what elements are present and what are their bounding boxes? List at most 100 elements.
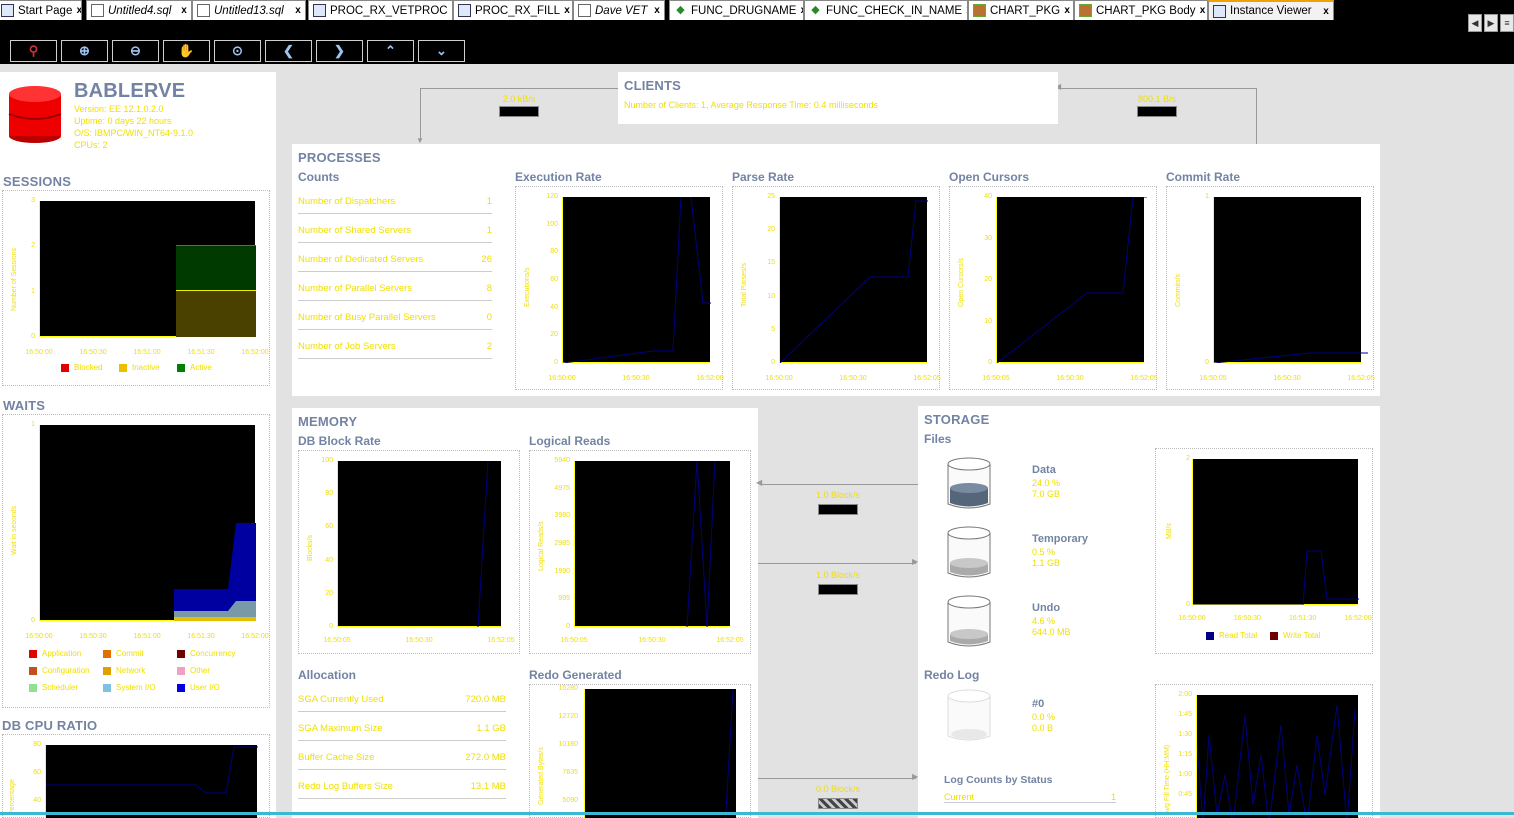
y-tick-label: 40: [550, 303, 558, 311]
legend-swatch: [103, 649, 111, 658]
redo-write-bar: [818, 798, 858, 809]
cpu-ratio-plot: [45, 745, 258, 818]
file-size: 7.0 GB: [1032, 489, 1061, 499]
allocation-value: 272.0 MB: [465, 752, 506, 763]
x-tick-label: 16:51:00: [133, 349, 161, 356]
close-icon[interactable]: x: [291, 5, 305, 16]
legend-item: Configuration: [29, 666, 90, 675]
processes-title: PROCESSES: [298, 150, 381, 165]
arrow-left-button[interactable]: ❮: [265, 40, 312, 62]
redo-log-group: #0: [1032, 698, 1045, 710]
process-count-row: Number of Dispatchers 1: [298, 196, 492, 214]
tab-list-button[interactable]: ≡: [1500, 14, 1514, 32]
y-tick-label: 995: [558, 595, 570, 603]
process-count-row: Number of Job Servers 2: [298, 341, 492, 359]
arrow-up-button[interactable]: ⌃: [367, 40, 414, 62]
tab-start-page[interactable]: Start Page x: [0, 0, 82, 20]
arrow-down-button[interactable]: ⌄: [418, 40, 465, 62]
file-usage-pct: 4.6 %: [1032, 616, 1056, 626]
close-icon[interactable]: x: [1060, 5, 1073, 16]
allocation-row: Redo Log Buffers Size 13.1 MB: [298, 781, 506, 799]
tab-untitled13-sql[interactable]: Untitled13.sql x: [192, 0, 306, 20]
file-usage-pct: 24.0 %: [1032, 478, 1061, 488]
count-value: 1: [486, 196, 492, 207]
redo-log-cylinder-icon: [947, 689, 991, 741]
redo-log-pct: 0.0 %: [1032, 712, 1056, 722]
tab-dave-vet[interactable]: Dave VET x: [573, 0, 665, 20]
close-icon[interactable]: x: [560, 5, 572, 16]
y-tick-label: 3980: [554, 512, 570, 520]
close-icon[interactable]: x: [1196, 5, 1208, 16]
y-tick-label: 7635: [562, 769, 578, 776]
close-icon[interactable]: x: [72, 5, 81, 16]
waits-chart: Wait in seconds 1 0 16:50:00 16:50:30 16:51:…: [2, 414, 270, 708]
redo-log-size: 0.0 B: [1032, 723, 1054, 733]
file-usage-pct: 0.5 %: [1032, 547, 1056, 557]
chart-plot: [562, 197, 711, 363]
tab-proc-rx-vetproc[interactable]: PROC_RX_VETPROCx: [308, 0, 453, 20]
connector-line: [420, 88, 421, 140]
instance-cpus: CPUs: 2: [74, 140, 108, 150]
x-tick-label: 16:50:30: [405, 637, 433, 644]
close-icon[interactable]: x: [650, 5, 664, 16]
sessions-inactive-area: [176, 290, 256, 337]
tab-label: Dave VET: [595, 4, 648, 17]
count-value: 8: [486, 283, 492, 294]
legend-item: Scheduler: [29, 683, 78, 692]
legend-swatch: [103, 666, 111, 675]
pin-button[interactable]: ⚲: [10, 40, 57, 62]
x-tick-label: 16:50:30: [1233, 615, 1261, 622]
allocation-label: Buffer Cache Size: [298, 752, 375, 763]
redo-generated-y-label: Generated Bytes/s: [538, 747, 545, 805]
process-count-row: Number of Busy Parallel Servers 0: [298, 312, 492, 330]
x-tick-label: 16:51:00: [133, 633, 161, 640]
db-block-rate-plot: [337, 461, 501, 627]
pan-button[interactable]: ✋: [163, 40, 210, 62]
x-tick-label: 16:50:05: [323, 637, 351, 644]
waits-title: WAITS: [3, 398, 46, 413]
logical-reads-title: Logical Reads: [529, 434, 611, 448]
y-tick-label: 40: [984, 193, 992, 200]
sql-file-icon: [91, 4, 104, 17]
client-receive-bar: [499, 106, 539, 117]
zoom-fit-button[interactable]: ⊙: [214, 40, 261, 62]
legend-item: Active: [177, 363, 212, 372]
x-tick-label: 16:52:00: [1344, 615, 1372, 622]
file-type-label: Temporary: [1032, 533, 1089, 545]
zoom-out-button[interactable]: ⊖: [112, 40, 159, 62]
y-tick-label: 100: [321, 457, 333, 464]
y-tick-label: 2: [31, 242, 35, 250]
tab-scroll-right-button[interactable]: ▶: [1484, 14, 1498, 32]
process-count-row: Number of Shared Servers 1: [298, 225, 492, 243]
storage-title: STORAGE: [924, 412, 990, 427]
tab-chart-pkg[interactable]: CHART_PKG x: [968, 0, 1074, 20]
close-icon[interactable]: x: [1319, 6, 1333, 17]
zoom-in-button[interactable]: ⊕: [61, 40, 108, 62]
legend-item: Inactive: [119, 363, 160, 372]
tab-untitled4-sql[interactable]: Untitled4.sql x: [86, 0, 192, 20]
datafile-cylinder-icon: [947, 457, 991, 509]
count-label: Number of Job Servers: [298, 341, 396, 352]
legend-label: Blocked: [74, 363, 103, 372]
process-count-row: Number of Parallel Servers 8: [298, 283, 492, 301]
log-count-label: Current: [944, 792, 975, 802]
y-tick-label: 0: [31, 617, 35, 624]
instance-viewer-icon: [1213, 4, 1226, 18]
waits-y-label: Wait in seconds: [11, 505, 18, 555]
tab-chart-pkg-body[interactable]: CHART_PKG Body x: [1074, 0, 1208, 20]
tab-label: CHART_PKG Body: [1096, 4, 1196, 17]
y-tick-label: 60: [33, 769, 41, 776]
close-icon[interactable]: x: [177, 5, 191, 16]
sql-file-icon: [197, 4, 210, 17]
tab-instance-viewer[interactable]: Instance Viewer x: [1208, 0, 1334, 20]
tab-func-check-in-name[interactable]: ◆FUNC_CHECK_IN_NAMEx: [804, 0, 968, 20]
close-icon[interactable]: x: [796, 5, 803, 16]
procedure-icon: [458, 4, 471, 17]
db-block-rate-chart: Blocks/s 100 80 60 40 20 0 16:50:05 16:50:30 16:…: [298, 450, 520, 654]
x-tick-label: 16:50:00: [25, 633, 53, 640]
tab-proc-rx-fill[interactable]: PROC_RX_FILL x: [453, 0, 573, 20]
arrow-right-button[interactable]: ❯: [316, 40, 363, 62]
tab-func-drugname[interactable]: ◆ FUNC_DRUGNAMEx: [669, 0, 804, 20]
connector-line: [758, 563, 916, 564]
tab-scroll-left-button[interactable]: ◀: [1468, 14, 1482, 32]
